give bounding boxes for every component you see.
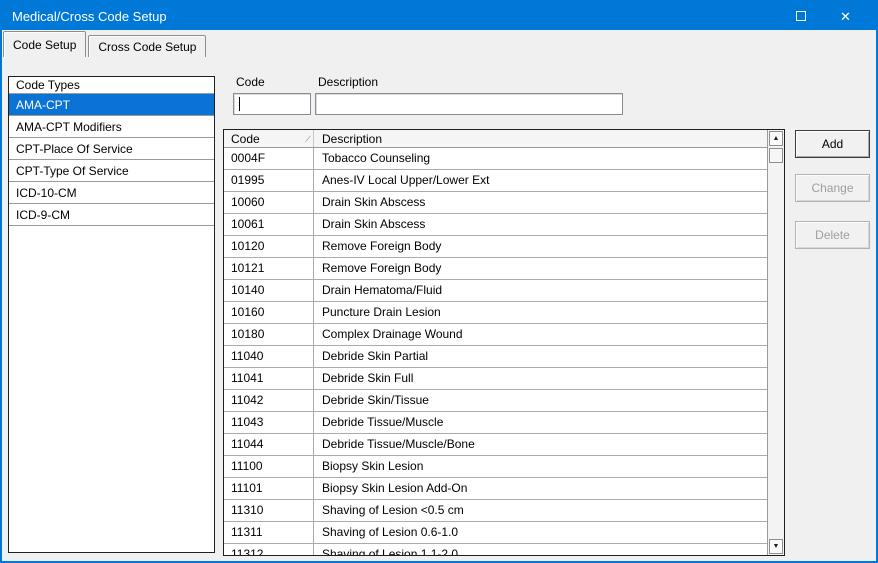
cell-code: 10060 xyxy=(224,192,314,213)
cell-code: 11042 xyxy=(224,390,314,411)
cell-code: 10160 xyxy=(224,302,314,323)
close-button[interactable]: ✕ xyxy=(823,2,868,30)
table-row[interactable]: 11043 Debride Tissue/Muscle xyxy=(224,412,767,434)
tab-bar: Code Setup Cross Code Setup xyxy=(3,31,207,57)
cell-description: Debride Tissue/Muscle/Bone xyxy=(322,437,475,451)
cell-description: Shaving of Lesion 1.1-2.0 xyxy=(322,547,459,555)
table-row[interactable]: 10180 Complex Drainage Wound xyxy=(224,324,767,346)
cell-code: 0004F xyxy=(224,148,314,169)
cell-code: 10140 xyxy=(224,280,314,301)
scroll-up-button[interactable]: ▲ xyxy=(769,131,783,146)
delete-button: Delete xyxy=(795,221,870,249)
cell-code: 10120 xyxy=(224,236,314,257)
code-types-list: Code Types AMA-CPT AMA-CPT Modifiers CPT-P… xyxy=(8,76,215,553)
cell-description: Biopsy Skin Lesion Add-On xyxy=(322,481,468,495)
code-type-ama-cpt-modifiers[interactable]: AMA-CPT Modifiers xyxy=(9,116,214,138)
cell-description: Drain Skin Abscess xyxy=(322,217,426,231)
codes-table: Code ∕ Description 0004F Tobacco Counseli… xyxy=(223,129,785,556)
cell-description: Tobacco Counseling xyxy=(322,151,431,165)
code-type-icd-10-cm[interactable]: ICD-10-CM xyxy=(9,182,214,204)
table-row[interactable]: 11041 Debride Skin Full xyxy=(224,368,767,390)
table-row[interactable]: 10121 Remove Foreign Body xyxy=(224,258,767,280)
tab-cross-code-setup[interactable]: Cross Code Setup xyxy=(88,35,207,57)
description-input[interactable] xyxy=(315,93,623,115)
cell-code: 11310 xyxy=(224,500,314,521)
cell-code: 11100 xyxy=(224,456,314,477)
cell-code: 10121 xyxy=(224,258,314,279)
code-type-ama-cpt[interactable]: AMA-CPT xyxy=(9,94,214,116)
code-input[interactable] xyxy=(233,93,311,115)
table-row[interactable]: 10060 Drain Skin Abscess xyxy=(224,192,767,214)
window-title: Medical/Cross Code Setup xyxy=(12,8,167,24)
scrollbar-thumb[interactable] xyxy=(769,148,783,163)
cell-description: Complex Drainage Wound xyxy=(322,327,463,341)
column-header-description[interactable]: Description xyxy=(314,130,767,147)
cell-description: Shaving of Lesion 0.6-1.0 xyxy=(322,525,459,539)
cell-description: Remove Foreign Body xyxy=(322,261,442,275)
table-row[interactable]: 11310 Shaving of Lesion <0.5 cm xyxy=(224,500,767,522)
cell-description: Puncture Drain Lesion xyxy=(322,305,441,319)
cell-code: 10180 xyxy=(224,324,314,345)
table-row[interactable]: 11100 Biopsy Skin Lesion xyxy=(224,456,767,478)
title-bar: Medical/Cross Code Setup ✕ xyxy=(2,2,876,30)
cell-code: 11312 xyxy=(224,544,314,555)
cell-code: 11311 xyxy=(224,522,314,543)
cell-code: 10061 xyxy=(224,214,314,235)
table-row[interactable]: 11311 Shaving of Lesion 0.6-1.0 xyxy=(224,522,767,544)
code-types-header: Code Types xyxy=(9,77,214,94)
tab-code-setup[interactable]: Code Setup xyxy=(3,31,87,57)
table-row[interactable]: 11040 Debride Skin Partial xyxy=(224,346,767,368)
table-row[interactable]: 10120 Remove Foreign Body xyxy=(224,236,767,258)
table-body: 0004F Tobacco Counseling 01995 Anes-IV Loca… xyxy=(224,148,767,555)
code-label: Code xyxy=(236,75,265,89)
cell-description: Debride Skin Partial xyxy=(322,349,429,363)
cell-code: 11044 xyxy=(224,434,314,455)
table-row[interactable]: 11312 Shaving of Lesion 1.1-2.0 xyxy=(224,544,767,555)
maximize-button[interactable] xyxy=(778,2,823,30)
cell-description: Debride Tissue/Muscle xyxy=(322,415,444,429)
cell-description: Drain Hematoma/Fluid xyxy=(322,283,443,297)
cell-code: 11040 xyxy=(224,346,314,367)
text-caret xyxy=(239,97,240,111)
vertical-scrollbar[interactable]: ▲ ▼ xyxy=(767,130,784,555)
table-row[interactable]: 10160 Puncture Drain Lesion xyxy=(224,302,767,324)
table-row[interactable]: 11101 Biopsy Skin Lesion Add-On xyxy=(224,478,767,500)
table-row[interactable]: 0004F Tobacco Counseling xyxy=(224,148,767,170)
code-type-icd-9-cm[interactable]: ICD-9-CM xyxy=(9,204,214,226)
cell-description: Shaving of Lesion <0.5 cm xyxy=(322,503,464,517)
table-row[interactable]: 10061 Drain Skin Abscess xyxy=(224,214,767,236)
add-button[interactable]: Add xyxy=(795,130,870,158)
description-label: Description xyxy=(318,75,379,89)
scroll-down-button[interactable]: ▼ xyxy=(769,539,783,554)
cell-code: 01995 xyxy=(224,170,314,191)
dialog-window: Medical/Cross Code Setup ✕ Code Setup Cro… xyxy=(0,0,878,563)
code-type-cpt-place-of-service[interactable]: CPT-Place Of Service xyxy=(9,138,214,160)
table-row[interactable]: 10140 Drain Hematoma/Fluid xyxy=(224,280,767,302)
window-controls: ✕ xyxy=(778,2,868,30)
cell-code: 11101 xyxy=(224,478,314,499)
cell-code: 11041 xyxy=(224,368,314,389)
close-icon: ✕ xyxy=(840,8,851,24)
cell-description: Remove Foreign Body xyxy=(322,239,442,253)
cell-description: Anes-IV Local Upper/Lower Ext xyxy=(322,173,490,187)
scroll-down-icon: ▼ xyxy=(772,543,780,550)
cell-description: Debride Skin/Tissue xyxy=(322,393,429,407)
scroll-up-icon: ▲ xyxy=(772,135,780,142)
table-row[interactable]: 01995 Anes-IV Local Upper/Lower Ext xyxy=(224,170,767,192)
column-header-code[interactable]: Code ∕ xyxy=(224,130,314,147)
cell-code: 11043 xyxy=(224,412,314,433)
table-header: Code ∕ Description xyxy=(224,130,767,148)
table-row[interactable]: 11042 Debride Skin/Tissue xyxy=(224,390,767,412)
maximize-icon xyxy=(795,11,806,21)
table-row[interactable]: 11044 Debride Tissue/Muscle/Bone xyxy=(224,434,767,456)
cell-description: Drain Skin Abscess xyxy=(322,195,426,209)
code-type-cpt-type-of-service[interactable]: CPT-Type Of Service xyxy=(9,160,214,182)
cell-description: Debride Skin Full xyxy=(322,371,414,385)
change-button: Change xyxy=(795,174,870,202)
cell-description: Biopsy Skin Lesion xyxy=(322,459,424,473)
sort-ascending-icon: ∕ xyxy=(307,133,309,144)
